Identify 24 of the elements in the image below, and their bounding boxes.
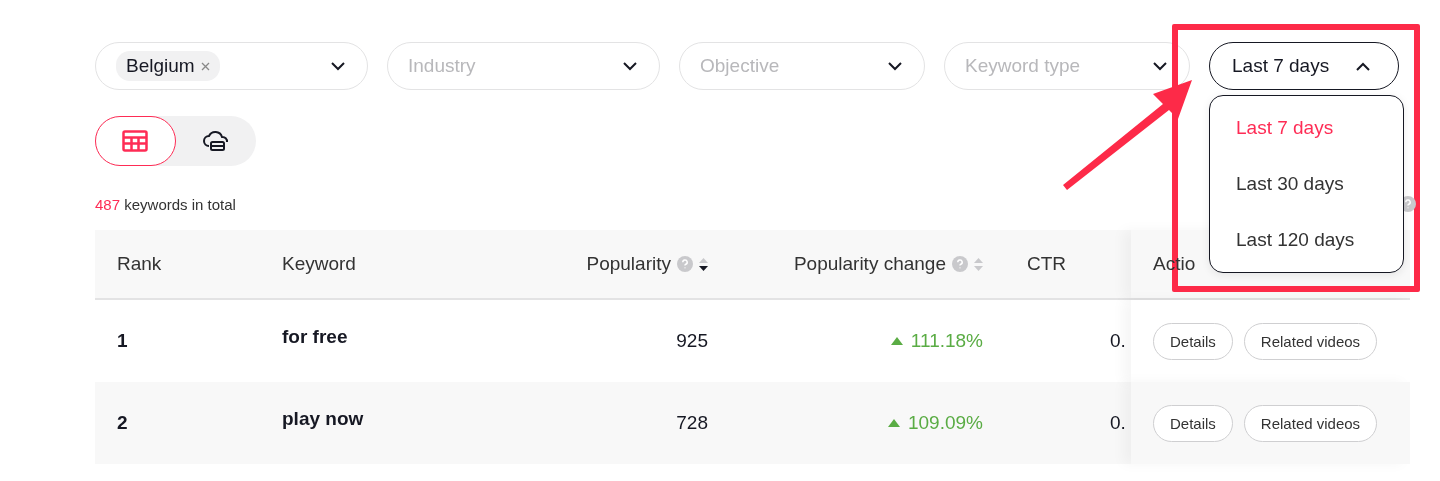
action-button[interactable]: Related videos xyxy=(1243,322,1378,360)
action-button[interactable]: Details xyxy=(1153,322,1233,360)
column-header: Rank xyxy=(116,252,163,276)
column-header[interactable]: Popularity xyxy=(520,230,730,298)
menu-option[interactable]: Last 7 days xyxy=(1210,100,1403,156)
keyword-count: 487 keywords in total xyxy=(95,195,236,213)
keyword-cell-text: play now xyxy=(281,408,365,430)
table-cell-text: 925 xyxy=(675,330,709,352)
column-header: CTR xyxy=(1026,252,1068,276)
table-cell-text: 0. xyxy=(1109,412,1127,434)
change-cell: 109.09% xyxy=(730,412,1005,434)
table-cell-text: 728 xyxy=(675,412,709,434)
table-cell-text: 2 xyxy=(116,412,129,434)
table-cell-text: 0. xyxy=(1109,330,1127,352)
keyword-cell-text: for free xyxy=(281,326,349,348)
column-header[interactable]: Popularity change xyxy=(730,230,1005,298)
action-button[interactable]: Details xyxy=(1153,404,1233,442)
change-cell: 111.18% xyxy=(730,330,1005,352)
column-header: Keyword xyxy=(281,252,357,276)
action-button[interactable]: Related videos xyxy=(1243,404,1378,442)
menu-option[interactable]: Last 120 days xyxy=(1210,212,1403,268)
country-tag: Belgium xyxy=(116,51,220,81)
table-cell-text: 1 xyxy=(116,330,129,352)
menu-option[interactable]: Last 30 days xyxy=(1210,156,1403,212)
